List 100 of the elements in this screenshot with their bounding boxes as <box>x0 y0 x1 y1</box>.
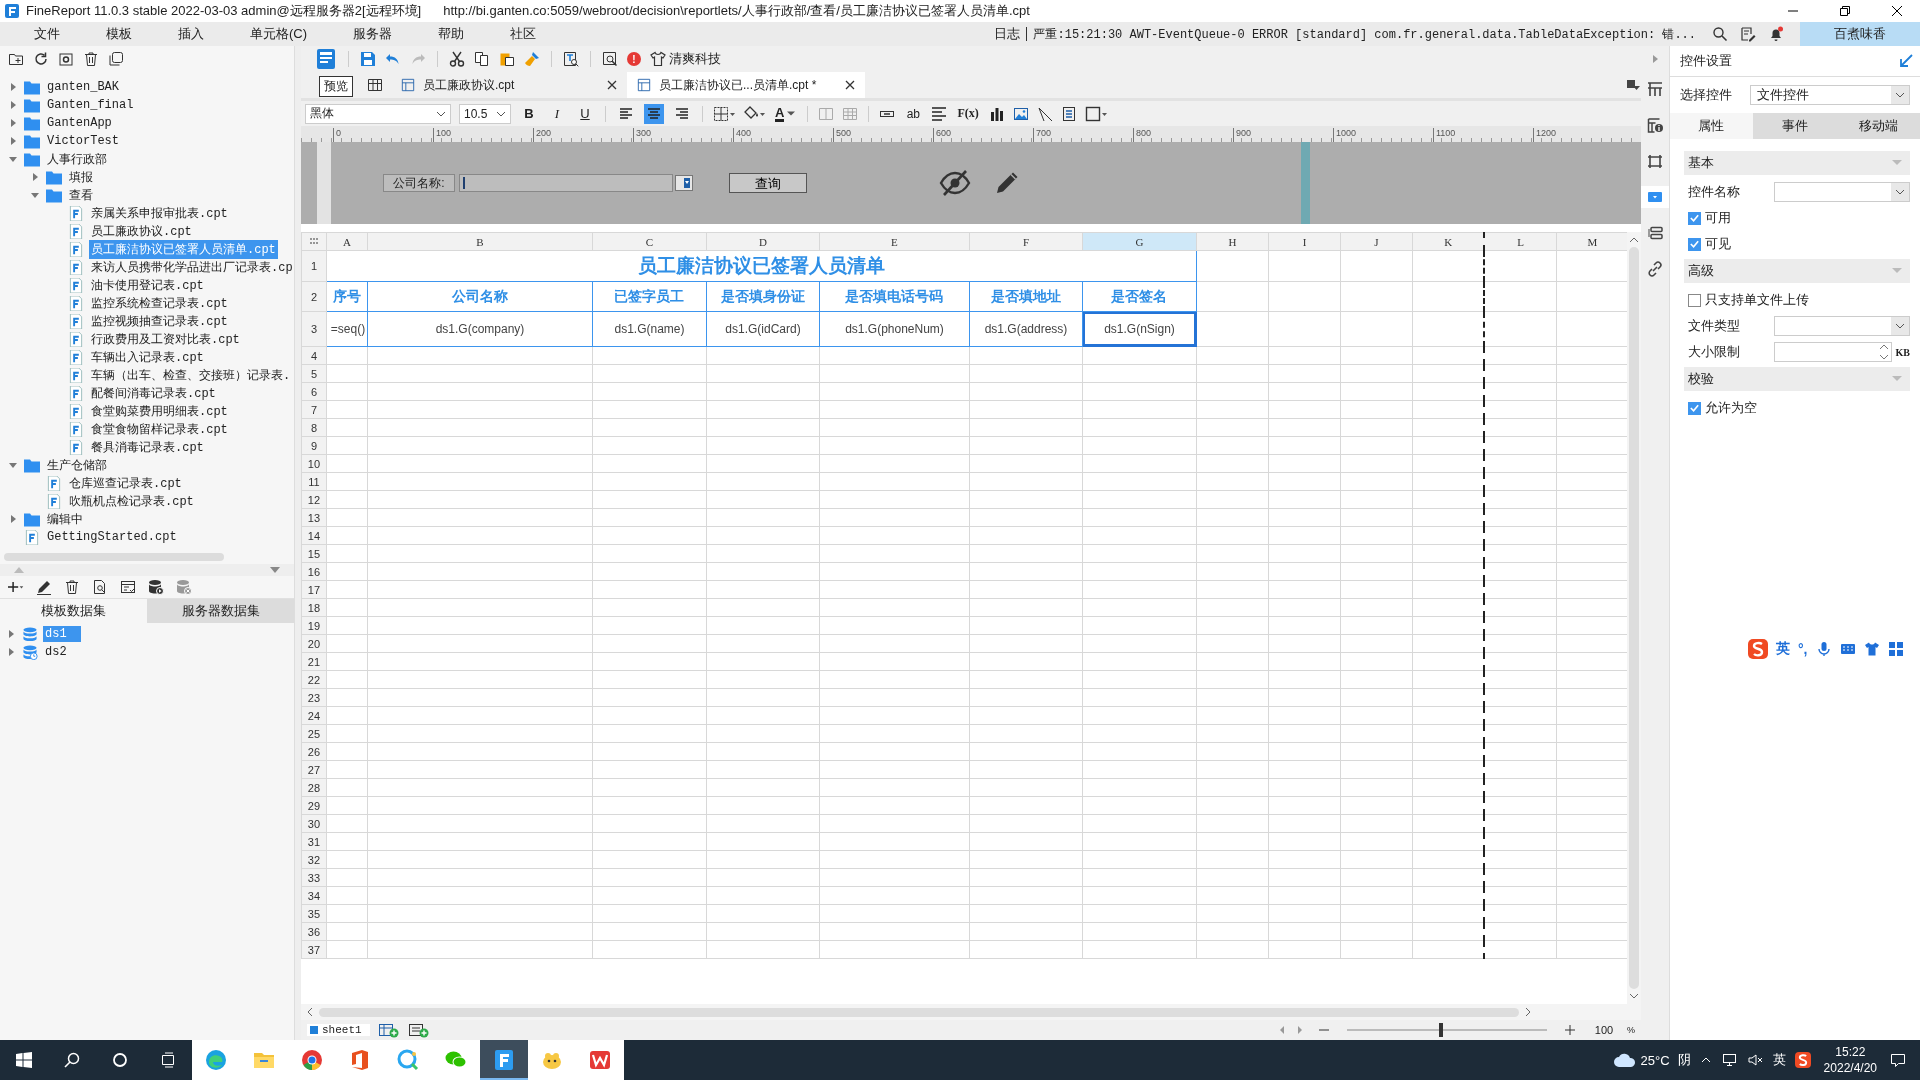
widget-icon[interactable] <box>1641 186 1669 208</box>
dataset-tab[interactable]: 服务器数据集 <box>147 599 294 623</box>
weather-condition[interactable]: 阴 <box>1677 1051 1691 1069</box>
tree-item[interactable]: 餐具消毒记录表.cpt <box>89 437 206 457</box>
tab-list-icon[interactable] <box>1625 77 1641 93</box>
add-form-sheet-icon[interactable] <box>407 1022 430 1038</box>
query-button[interactable]: 查询 <box>729 173 807 193</box>
shirt-icon[interactable] <box>1863 641 1880 657</box>
section-header[interactable]: 高级 <box>1684 259 1910 283</box>
s-logo-icon[interactable] <box>1794 1052 1811 1068</box>
menu-item[interactable]: 帮助 <box>418 25 485 43</box>
document-app-icon[interactable] <box>576 1040 624 1080</box>
column-header[interactable]: C <box>592 232 707 251</box>
tree-item[interactable]: 食堂购菜费用明细表.cpt <box>89 401 230 421</box>
underline-button[interactable]: U <box>575 103 595 124</box>
menu-item[interactable]: 文件 <box>14 25 80 43</box>
font-color-button[interactable]: A <box>773 103 798 124</box>
alert-badge[interactable]: ! <box>627 52 641 66</box>
number-field[interactable] <box>1774 342 1892 362</box>
save-icon[interactable] <box>360 51 376 67</box>
column-header[interactable]: B <box>367 232 593 251</box>
scrollbar-thumb[interactable] <box>4 553 224 561</box>
font-size-select[interactable]: 10.5 <box>459 103 511 124</box>
tree-item[interactable]: ganten_BAK <box>45 79 121 95</box>
edit-note-icon[interactable] <box>1740 26 1756 42</box>
bell-icon[interactable] <box>1768 26 1784 42</box>
menu-item[interactable]: 服务器 <box>333 25 413 43</box>
tree-item[interactable]: 监控系统检查记录表.cpt <box>89 293 230 313</box>
formula-cell[interactable]: ds1.G(idCard) <box>706 311 820 347</box>
menu-item[interactable]: 插入 <box>158 25 224 43</box>
delete-icon[interactable] <box>83 51 99 67</box>
formula-cell[interactable]: =seq() <box>326 311 368 347</box>
tree-item[interactable]: 行政费用及工资对比表.cpt <box>89 329 242 349</box>
user-name[interactable]: 百煮味香 <box>1800 22 1920 46</box>
tree-item[interactable]: 员工廉政协议.cpt <box>89 221 194 241</box>
bold-button[interactable]: B <box>519 103 539 124</box>
input-mode[interactable]: 英 <box>1776 640 1790 658</box>
image-icon[interactable] <box>1012 105 1029 122</box>
refresh-icon[interactable] <box>33 51 49 67</box>
settings-icon[interactable] <box>58 51 74 67</box>
border-dropdown-icon[interactable] <box>713 105 735 122</box>
checkbox[interactable] <box>1688 401 1701 415</box>
shirt-icon[interactable] <box>650 51 666 67</box>
dropdown-button-icon[interactable] <box>675 175 693 191</box>
clock-date[interactable]: 2022/4/20 <box>1823 1060 1877 1076</box>
cut-icon[interactable] <box>449 51 465 67</box>
merge-cells-icon[interactable] <box>818 105 835 122</box>
expand-triangle-icon[interactable] <box>8 136 18 146</box>
theme-label[interactable]: 清爽科技 <box>669 50 721 68</box>
checkbox[interactable] <box>1688 237 1701 251</box>
tree-item[interactable]: 来访人员携带化学品进出厂记录表.cp <box>89 257 294 277</box>
weather-temperature[interactable]: 25°C <box>1640 1052 1670 1068</box>
tree-item[interactable]: GantenApp <box>45 115 114 131</box>
close-icon[interactable] <box>607 80 617 90</box>
tree-item[interactable]: 配餐间消毒记录表.cpt <box>89 383 218 403</box>
checkbox[interactable] <box>1688 293 1701 307</box>
report-app-icon[interactable] <box>480 1040 528 1080</box>
section-header[interactable]: 校验 <box>1684 367 1910 391</box>
row-number[interactable]: 1 <box>301 250 327 282</box>
checkbox-label[interactable]: 可用 <box>1705 209 1731 227</box>
delete-icon[interactable] <box>64 579 80 595</box>
format-brush-icon[interactable] <box>524 51 540 67</box>
tree-item[interactable]: Ganten_final <box>45 97 136 113</box>
preview-icon[interactable] <box>315 48 337 70</box>
editor-tab[interactable]: 员工廉洁协议已...员清单.cpt * <box>627 72 865 98</box>
column-header[interactable]: G <box>1082 232 1197 251</box>
dataset-item[interactable]: ds2 <box>43 644 81 660</box>
search-icon[interactable] <box>1712 26 1728 42</box>
checkbox-label[interactable]: 允许为空 <box>1705 399 1757 417</box>
tree-item[interactable]: 亲属关系申报审批表.cpt <box>89 203 230 223</box>
menu-item[interactable]: 社区 <box>490 25 557 43</box>
split-cells-icon[interactable] <box>842 105 859 122</box>
section-header[interactable]: 基本 <box>1684 151 1910 175</box>
expand-triangle-icon[interactable] <box>8 460 18 470</box>
tree-item[interactable]: 油卡使用登记表.cpt <box>89 275 206 295</box>
table-layout-icon[interactable] <box>367 77 383 93</box>
spinner-arrows-icon[interactable] <box>1878 343 1889 361</box>
line-spacing-icon[interactable] <box>931 105 948 122</box>
grid-menu-icon[interactable] <box>1887 641 1904 657</box>
database-remove-icon[interactable] <box>176 579 192 595</box>
copy-icon[interactable] <box>474 51 490 67</box>
find-text-icon[interactable] <box>563 51 579 67</box>
zoom-in-icon[interactable] <box>1564 1025 1575 1035</box>
formula-cell[interactable]: ds1.G(name) <box>592 311 707 347</box>
tree-item[interactable]: 仓库巡查记录表.cpt <box>67 473 184 493</box>
menu-item[interactable]: 模板 <box>86 25 152 43</box>
column-header[interactable]: F <box>969 232 1083 251</box>
tree-item[interactable]: 监控视频抽查记录表.cpt <box>89 311 230 331</box>
paste-icon[interactable] <box>499 51 515 67</box>
select-field[interactable] <box>1774 316 1910 336</box>
formula-cell[interactable]: ds1.G(company) <box>367 311 593 347</box>
edit-icon[interactable] <box>36 579 52 595</box>
scroll-left-icon[interactable] <box>305 1007 315 1017</box>
checkbox-label[interactable]: 可见 <box>1705 235 1731 253</box>
input-language[interactable]: 英 <box>1772 1051 1786 1069</box>
expand-down-icon[interactable] <box>270 567 280 573</box>
tree-item[interactable]: 车辆（出车、检查、交接班）记录表. <box>89 365 293 385</box>
expand-triangle-icon[interactable] <box>8 118 18 128</box>
preview-search-icon[interactable] <box>602 51 618 67</box>
tree-item[interactable]: 填报 <box>67 167 95 187</box>
